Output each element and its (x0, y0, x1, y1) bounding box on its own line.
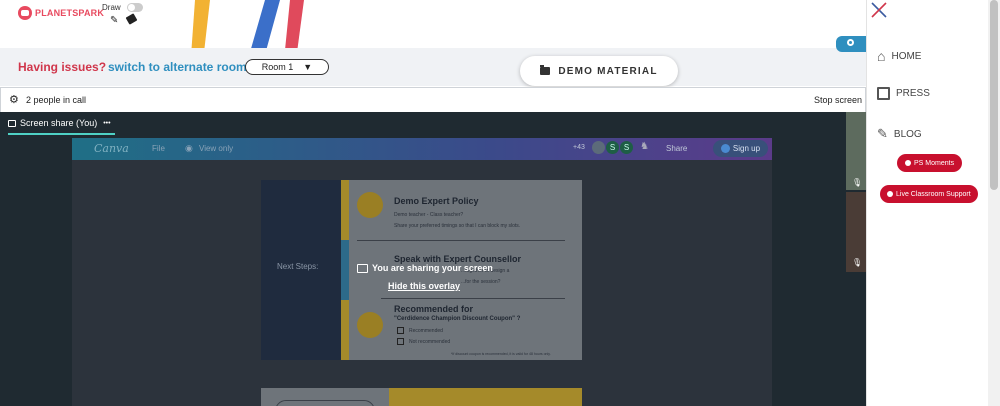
checkbox (397, 338, 404, 345)
pencil-icon[interactable]: ✎ (110, 15, 118, 26)
ps-moments-label: PS Moments (914, 159, 955, 167)
next-slide-shape (275, 400, 375, 406)
draw-label: Draw (102, 3, 121, 12)
screen-share-label: Screen share (You) (20, 118, 98, 128)
brand-logo[interactable]: PLANETSPARK (18, 6, 104, 20)
folder-icon (540, 65, 551, 75)
alternate-room-link[interactable]: switch to alternate room (108, 60, 247, 74)
home-icon: ⌂ (877, 48, 886, 64)
demo-material-button[interactable]: DEMO MATERIAL (520, 56, 678, 86)
globe-icon (720, 144, 730, 153)
shared-screen: Canva File ◉ View only +43 S S ♞ Share S… (72, 138, 772, 406)
sidebar-item-label: HOME (891, 50, 922, 62)
hide-overlay-link[interactable]: Hide this overlay (388, 281, 460, 291)
next-slide-bar (389, 388, 582, 406)
canva-toolbar: Canva File ◉ View only +43 S S ♞ Share S… (72, 138, 772, 160)
sidebar-item-label: PRESS (896, 88, 930, 99)
avatar: S (620, 141, 633, 154)
canva-file-menu: File (152, 144, 165, 153)
slide-left-panel: Next Steps: (261, 180, 341, 360)
sharing-overlay: You are sharing your screen (357, 263, 493, 273)
room-select-value: Room 1 (261, 62, 294, 72)
slide-bar (341, 300, 349, 360)
avatar (592, 141, 605, 154)
close-icon[interactable] (869, 0, 889, 20)
screen-share-icon (8, 119, 16, 127)
slide-subheading: "Cerdidence Champion Discount Coupon" ? (394, 316, 521, 322)
ps-moments-button[interactable]: PS Moments (897, 154, 963, 172)
demo-material-label: DEMO MATERIAL (558, 65, 658, 77)
next-slide (261, 388, 582, 406)
issue-text: Having issues? (18, 60, 107, 74)
slide-option: Not recommended (409, 339, 451, 345)
search-tab[interactable] (836, 36, 866, 52)
sharing-text: You are sharing your screen (372, 263, 493, 273)
coupon-icon (357, 312, 383, 338)
slide-text: Demo teacher - Class teacher? (394, 212, 464, 218)
more-icon[interactable]: ••• (103, 120, 110, 127)
participant-tile[interactable]: 🎙 (846, 192, 866, 272)
slide-bar (341, 180, 349, 240)
canva-share: Share (666, 144, 688, 153)
screen-share-icon (357, 263, 368, 273)
room-select[interactable]: Room 1 ▼ (245, 59, 329, 75)
live-support-button[interactable]: Live Classroom Support (880, 185, 978, 203)
eraser-icon[interactable] (125, 13, 138, 25)
eye-icon: ◉ (185, 143, 193, 153)
rabbit-icon: ♞ (640, 141, 649, 152)
video-stage: Screen share (You) ••• Canva File ◉ View… (0, 112, 866, 406)
sidebar-item-press[interactable]: PRESS (877, 87, 930, 100)
chevron-down-icon: ▼ (303, 62, 313, 72)
canva-signup-label: Sign up (732, 144, 761, 153)
slide-text: ...for the session? (461, 279, 501, 285)
brand-logo-icon (18, 6, 32, 20)
scrollbar[interactable] (988, 0, 1000, 406)
slide-left-text: Next Steps: (277, 262, 319, 271)
slide-heading: Recommended for (394, 304, 474, 314)
divider (357, 240, 565, 241)
slide-note: *If discount coupon is recommended, it i… (451, 352, 551, 356)
sidebar-item-home[interactable]: ⌂ HOME (877, 48, 921, 64)
canva-collaborator-count: +43 (573, 144, 585, 151)
slide-text: Share your preferred timings so that I c… (394, 223, 521, 229)
stop-screen-button[interactable]: Stop screen (814, 95, 862, 105)
canva-logo: Canva (94, 142, 129, 155)
sidebar-item-blog[interactable]: ✎ BLOG (877, 126, 922, 142)
slide-bar (341, 240, 349, 300)
mic-icon: 🎙 (852, 258, 863, 267)
brand-name: PLANETSPARK (35, 8, 105, 18)
mic-icon: 🎙 (852, 178, 863, 187)
scrollbar-thumb[interactable] (990, 0, 998, 190)
canva-view-only: View only (199, 144, 234, 153)
issue-bar: Having issues? switch to alternate room … (0, 36, 866, 86)
call-bar: ⚙ 2 people in call Stop screen (0, 87, 866, 113)
avatar: S (606, 141, 619, 154)
divider (381, 298, 565, 299)
search-icon (847, 39, 854, 46)
checkbox (397, 327, 404, 334)
star-icon (887, 191, 893, 197)
pencil-icon: ✎ (877, 126, 888, 141)
sidebar: ⌂ HOME PRESS ✎ BLOG PS Moments Live Clas… (866, 0, 1000, 406)
sidebar-item-label: BLOG (893, 128, 922, 140)
live-support-label: Live Classroom Support (896, 190, 971, 198)
tab-underline (8, 133, 115, 135)
press-icon (877, 87, 890, 100)
policy-icon (357, 192, 383, 218)
gear-icon[interactable]: ⚙ (9, 93, 19, 106)
slide-heading: Demo Expert Policy (394, 196, 479, 206)
slide-option: Recommended (409, 328, 443, 334)
people-count: 2 people in call (26, 95, 87, 105)
participant-tile[interactable]: 🎙 (846, 112, 866, 190)
canva-signup: Sign up (713, 140, 768, 157)
top-bar: PLANETSPARK Draw ✎ (0, 0, 866, 48)
star-icon (905, 160, 911, 166)
draw-toggle[interactable] (127, 3, 143, 12)
tab-screen-share[interactable]: Screen share (You) ••• (8, 118, 111, 128)
